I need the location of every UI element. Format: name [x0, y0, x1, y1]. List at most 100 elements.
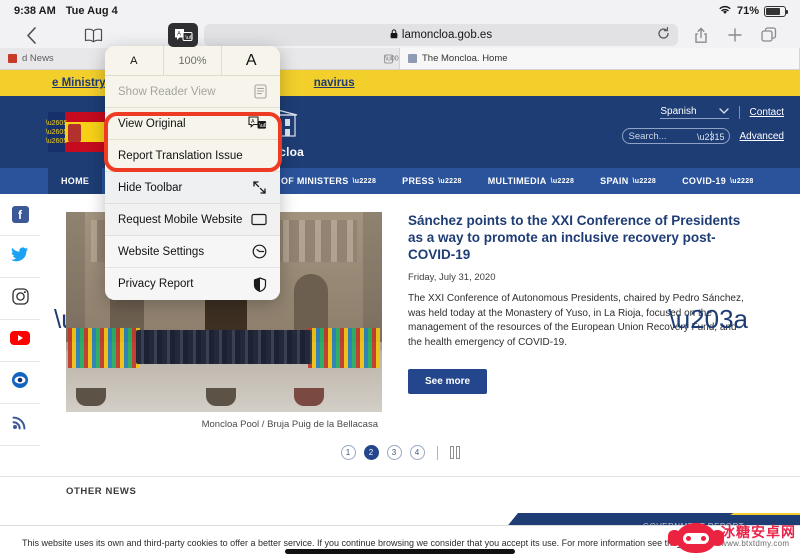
shield-icon — [253, 276, 267, 292]
chevron-down-icon — [718, 106, 729, 117]
social-link-youtube[interactable] — [0, 320, 40, 362]
facebook-icon: f — [11, 206, 29, 223]
watermark-brand: 冰糖安卓网 — [721, 524, 796, 540]
nav-item-home[interactable]: HOME — [48, 168, 103, 194]
menu-item-hide-toolbar[interactable]: Hide Toolbar — [105, 172, 280, 204]
tab-title: The Moncloa. Home — [422, 53, 508, 64]
chevron-down-icon: \u2228 — [730, 177, 754, 185]
carousel-page-1[interactable]: 1 — [340, 445, 356, 460]
book-icon[interactable] — [76, 23, 110, 47]
pause-icon[interactable] — [449, 446, 460, 459]
article-title[interactable]: Sánchez points to the XXI Conference of … — [408, 212, 744, 263]
zoom-increase-button[interactable]: A — [222, 46, 280, 75]
tabs-overview-icon[interactable] — [752, 23, 786, 47]
social-link-twitter[interactable] — [0, 236, 40, 278]
social-link-flickr[interactable] — [0, 362, 40, 404]
reload-icon[interactable] — [657, 26, 670, 45]
youtube-icon — [10, 331, 30, 350]
zoom-controls: A 100% A — [105, 46, 280, 76]
search-input[interactable]: Search... \u2315 — [621, 128, 730, 144]
social-sidebar: f — [0, 194, 40, 446]
chevron-down-icon: \u2228 — [438, 177, 462, 185]
translate-icon: A \u6587 — [248, 116, 267, 131]
nav-item-covid-19[interactable]: COVID-19 \u2228 — [669, 168, 767, 194]
menu-item-view-original[interactable]: View Original A \u6587 — [105, 108, 280, 140]
rss-icon — [12, 414, 28, 435]
close-icon[interactable]: \u00d7 — [384, 54, 399, 63]
alert-banner-link-right[interactable]: navirus — [314, 77, 355, 89]
nav-label: MULTIMEDIA — [487, 176, 547, 186]
cookie-text: This website uses its own and third-part… — [22, 537, 678, 548]
chevron-down-icon: \u2228 — [352, 177, 377, 185]
watermark-url: www.btxtdmy.com — [721, 539, 790, 548]
home-indicator[interactable] — [285, 549, 515, 554]
menu-item-privacy-report[interactable]: Privacy Report — [105, 268, 280, 300]
browser-tab[interactable]: The Moncloa. Home — [400, 48, 800, 69]
nav-label: SPAIN — [600, 176, 629, 186]
mobile-website-icon — [251, 213, 267, 226]
wifi-icon — [718, 4, 732, 18]
zoom-decrease-button[interactable]: A — [105, 46, 164, 75]
address-bar[interactable]: lamoncloa.gob.es — [204, 24, 678, 46]
battery-icon — [764, 5, 788, 17]
other-news-heading: OTHER NEWS — [0, 476, 800, 497]
status-date: Tue Aug 4 — [65, 5, 118, 17]
advanced-search-link[interactable]: Advanced — [740, 131, 784, 142]
carousel-pagination: 1 2 3 4 — [0, 445, 800, 460]
translate-icon[interactable]: A \u6587 — [168, 23, 198, 47]
ios-status-bar: 9:38 AM Tue Aug 4 71% — [0, 0, 800, 22]
plus-icon[interactable] — [718, 23, 752, 47]
menu-item-label: Hide Toolbar — [118, 181, 183, 194]
instagram-icon — [11, 287, 29, 310]
language-value: Spanish — [660, 106, 697, 117]
twitter-icon — [11, 246, 29, 267]
mascot-icon — [668, 523, 724, 553]
url-text: lamoncloa.gob.es — [401, 29, 493, 41]
share-icon[interactable] — [684, 23, 718, 47]
carousel-page-4[interactable]: 4 — [409, 445, 425, 460]
svg-text:A: A — [177, 31, 181, 37]
menu-item-show-reader-view[interactable]: Show Reader View — [105, 76, 280, 108]
spain-eu-flag-icon: \u2605 \u2605 \u2605 — [46, 112, 106, 152]
nav-item-spain[interactable]: SPAIN \u2228 — [587, 168, 669, 194]
menu-item-label: Privacy Report — [118, 278, 194, 290]
contact-link[interactable]: Contact — [750, 107, 784, 118]
nav-item-multimedia[interactable]: MULTIMEDIA \u2228 — [475, 168, 587, 194]
expand-arrows-icon — [252, 180, 267, 195]
social-link-instagram[interactable] — [0, 278, 40, 320]
tab-title: d News — [22, 53, 54, 64]
flickr-icon — [11, 371, 29, 394]
menu-item-report-translation-issue[interactable]: Report Translation Issue — [105, 140, 280, 172]
menu-item-label: View Original — [118, 117, 186, 130]
social-link-rss[interactable] — [0, 404, 40, 446]
language-selector[interactable]: Spanish — [660, 106, 729, 119]
search-icon[interactable]: \u2315 — [697, 132, 725, 142]
site-watermark: 冰糖安卓网 www.btxtdmy.com — [668, 523, 796, 553]
nav-label: COVID-19 — [682, 176, 727, 186]
chevron-down-icon: \u2228 — [550, 177, 575, 185]
svg-text:A: A — [251, 119, 255, 125]
alert-banner-link-left[interactable]: e Ministry — [52, 77, 106, 89]
zoom-level-value: 100% — [164, 46, 223, 75]
see-more-button[interactable]: See more — [408, 369, 488, 394]
nav-item-press[interactable]: PRESS \u2228 — [389, 168, 475, 194]
menu-item-label: Show Reader View — [118, 85, 216, 98]
svg-text:\u6587: \u6587 — [185, 35, 193, 41]
carousel-page-2[interactable]: 2 — [363, 445, 379, 460]
menu-item-website-settings[interactable]: Website Settings — [105, 236, 280, 268]
nav-label: HOME — [61, 176, 90, 186]
menu-item-request-mobile-website[interactable]: Request Mobile Website — [105, 204, 280, 236]
menu-item-label: Website Settings — [118, 245, 205, 258]
back-chevron-icon[interactable] — [14, 23, 48, 47]
photo-caption: Moncloa Pool / Bruja Puig de la Bellacas… — [201, 419, 378, 430]
carousel-page-3[interactable]: 3 — [386, 445, 402, 460]
header-utilities: Spanish Contact Search... \u2315 Advance… — [621, 106, 784, 144]
chevron-right-icon[interactable]: \u203a — [668, 304, 748, 335]
pagination-divider — [436, 445, 438, 460]
settings-clock-icon — [252, 244, 267, 259]
reader-view-icon — [254, 84, 267, 99]
status-time: 9:38 AM — [14, 5, 56, 17]
tab-favicon-icon — [408, 54, 417, 63]
social-link-facebook[interactable]: f — [0, 194, 40, 236]
nav-label: PRESS — [402, 176, 435, 186]
